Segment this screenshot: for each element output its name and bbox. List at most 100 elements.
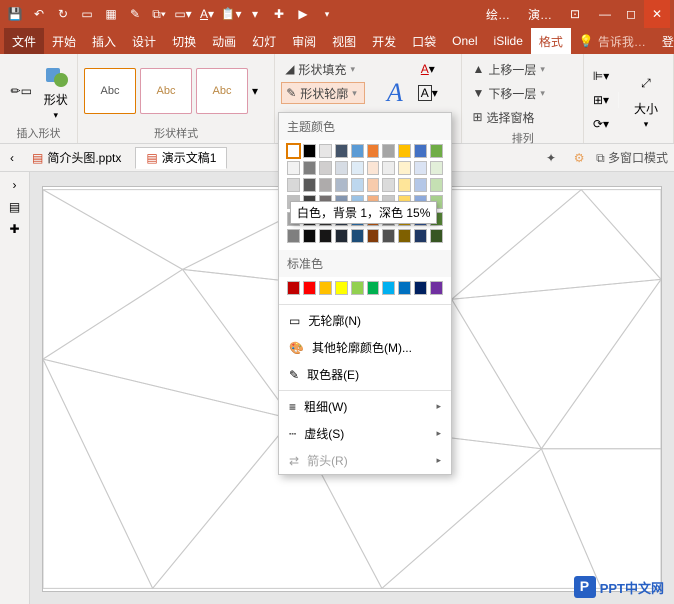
maximize-icon[interactable]: ◻ [618, 0, 644, 28]
color-swatch[interactable] [319, 229, 332, 243]
tab-onel[interactable]: Onel [444, 28, 485, 54]
color-swatch[interactable] [367, 229, 380, 243]
color-swatch[interactable] [414, 144, 427, 158]
shape-style-3[interactable]: Abc [196, 68, 248, 114]
color-swatch[interactable] [319, 144, 332, 158]
tab-format[interactable]: 格式 [531, 28, 571, 54]
color-swatch[interactable] [319, 178, 332, 192]
undo-icon[interactable]: ↶ [28, 3, 50, 25]
close-icon[interactable]: ✕ [644, 0, 670, 28]
color-swatch[interactable] [303, 161, 316, 175]
redo-icon[interactable]: ↻ [52, 3, 74, 25]
color-swatch[interactable] [414, 281, 427, 295]
color-swatch[interactable] [319, 161, 332, 175]
size-button[interactable]: ⤢ 大小 ▾ [625, 70, 667, 130]
tab-developer[interactable]: 开发 [364, 28, 404, 54]
color-swatch[interactable] [382, 161, 395, 175]
tab-islide[interactable]: iSlide [486, 28, 531, 54]
color-swatch[interactable] [319, 281, 332, 295]
expand-thumbnails-icon[interactable]: › [13, 178, 17, 192]
color-swatch[interactable] [367, 144, 380, 158]
clone-icon[interactable]: ⧉▾ [148, 3, 170, 25]
tab-pocket[interactable]: 口袋 [404, 28, 444, 54]
color-swatch[interactable] [430, 161, 443, 175]
send-backward-button[interactable]: ▼下移一层▾ [468, 82, 577, 104]
dashes-item[interactable]: ┄虚线(S)▸ [279, 420, 451, 447]
font-color-icon[interactable]: A▾ [196, 3, 218, 25]
color-swatch[interactable] [398, 281, 411, 295]
color-swatch[interactable] [398, 144, 411, 158]
color-swatch[interactable] [335, 178, 348, 192]
bring-forward-button[interactable]: ▲上移一层▾ [468, 58, 577, 80]
paste-icon[interactable]: 📋▾ [220, 3, 242, 25]
login-button[interactable]: 登录 [654, 28, 674, 54]
tab-home[interactable]: 开始 [44, 28, 84, 54]
text-outline-icon[interactable]: A▾ [417, 82, 439, 104]
document-tab-1[interactable]: ▤ 简介头图.pptx [22, 147, 131, 169]
pin-icon[interactable]: ✦ [540, 147, 562, 169]
text-fill-icon[interactable]: A▾ [417, 58, 439, 80]
weight-item[interactable]: ≡粗细(W)▸ [279, 393, 451, 420]
color-swatch[interactable] [287, 161, 300, 175]
gear-icon[interactable]: ⚙ [568, 147, 590, 169]
table-icon[interactable]: ▦ [100, 3, 122, 25]
style-gallery-more[interactable]: ▾ [252, 84, 258, 98]
doc-back-button[interactable]: ‹ [6, 151, 18, 165]
present-icon[interactable]: ▶ [292, 3, 314, 25]
color-swatch[interactable] [430, 229, 443, 243]
qat-more-icon[interactable]: ▾ [316, 3, 338, 25]
selection-pane-button[interactable]: ⊞选择窗格 [468, 106, 577, 128]
color-swatch[interactable] [287, 144, 300, 158]
brush-icon[interactable]: ✎ [124, 3, 146, 25]
color-swatch[interactable] [430, 281, 443, 295]
color-swatch[interactable] [351, 178, 364, 192]
outline-view-icon[interactable]: ▤ [9, 200, 20, 214]
box-icon[interactable]: ▭▾ [172, 3, 194, 25]
color-swatch[interactable] [351, 229, 364, 243]
tab-slideshow[interactable]: 幻灯 [244, 28, 284, 54]
color-swatch[interactable] [398, 161, 411, 175]
more-colors-item[interactable]: 🎨其他轮廓颜色(M)... [279, 334, 451, 361]
crosshair-icon[interactable]: ✚ [9, 222, 19, 236]
align-icon[interactable]: ⊫▾ [590, 65, 612, 87]
ribbon-display-icon[interactable]: ⊡ [564, 3, 586, 25]
color-swatch[interactable] [382, 281, 395, 295]
tab-transition[interactable]: 切换 [164, 28, 204, 54]
color-swatch[interactable] [382, 229, 395, 243]
color-swatch[interactable] [367, 281, 380, 295]
save-icon[interactable]: 💾 [4, 3, 26, 25]
tell-me[interactable]: 💡告诉我… [571, 28, 654, 54]
group-icon[interactable]: ⊞▾ [590, 89, 612, 111]
color-swatch[interactable] [351, 161, 364, 175]
color-swatch[interactable] [287, 178, 300, 192]
color-swatch[interactable] [414, 229, 427, 243]
tab-file[interactable]: 文件 [4, 28, 44, 54]
color-swatch[interactable] [303, 144, 316, 158]
color-swatch[interactable] [430, 144, 443, 158]
rotate-icon[interactable]: ⟳▾ [590, 113, 612, 135]
color-swatch[interactable] [367, 178, 380, 192]
color-swatch[interactable] [287, 281, 300, 295]
color-swatch[interactable] [303, 229, 316, 243]
shapes-button[interactable]: 形状 ▾ [41, 61, 72, 121]
edit-shape-button[interactable]: ✏▭ [6, 77, 37, 105]
wordart-style-button[interactable]: A [377, 75, 413, 111]
add-icon[interactable]: ✚ [268, 3, 290, 25]
shape-style-1[interactable]: Abc [84, 68, 136, 114]
color-swatch[interactable] [303, 281, 316, 295]
minimize-icon[interactable]: — [592, 0, 618, 28]
color-swatch[interactable] [303, 178, 316, 192]
tab-insert[interactable]: 插入 [84, 28, 124, 54]
color-swatch[interactable] [414, 161, 427, 175]
color-swatch[interactable] [351, 281, 364, 295]
document-tab-2[interactable]: ▤ 演示文稿1 [135, 147, 227, 169]
color-swatch[interactable] [335, 281, 348, 295]
color-swatch[interactable] [382, 178, 395, 192]
shape-fill-button[interactable]: ◢形状填充▾ [281, 58, 365, 80]
shape-style-2[interactable]: Abc [140, 68, 192, 114]
layout-icon[interactable]: ▾ [244, 3, 266, 25]
color-swatch[interactable] [414, 178, 427, 192]
tab-view[interactable]: 视图 [324, 28, 364, 54]
color-swatch[interactable] [287, 229, 300, 243]
color-swatch[interactable] [430, 178, 443, 192]
